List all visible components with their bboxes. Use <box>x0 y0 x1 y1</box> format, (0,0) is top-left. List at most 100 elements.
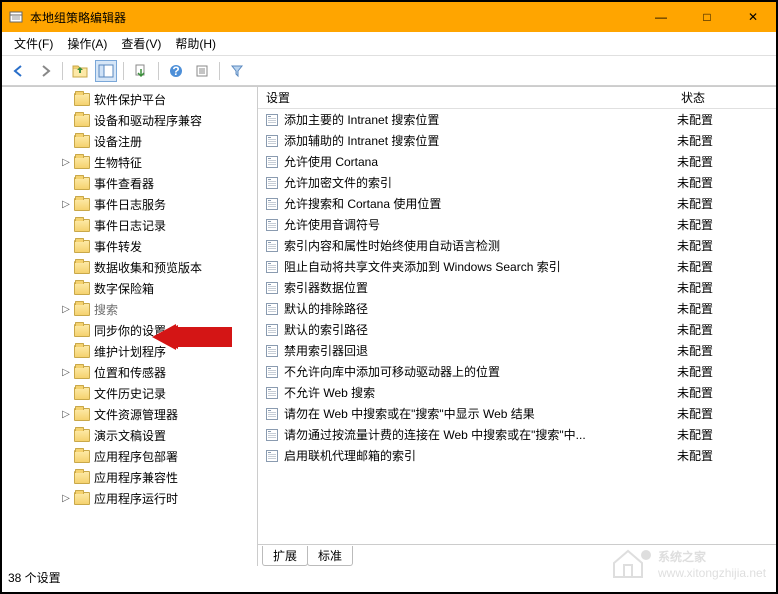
setting-status: 未配置 <box>677 363 737 380</box>
setting-name: 不允许向库中添加可移动驱动器上的位置 <box>284 363 677 380</box>
tree-item-label: 设备注册 <box>94 133 142 150</box>
minimize-button[interactable]: — <box>638 2 684 32</box>
setting-status: 未配置 <box>677 384 737 401</box>
tree-item[interactable]: ▷ 生物特征 <box>2 152 257 173</box>
list-row[interactable]: 禁用索引器回退未配置 <box>258 340 776 361</box>
back-button[interactable] <box>8 60 30 82</box>
maximize-button[interactable]: □ <box>684 2 730 32</box>
tree-item[interactable]: 应用程序包部署 <box>2 446 257 467</box>
tree-item[interactable]: ▷搜索 <box>2 299 257 320</box>
titlebar: 本地组策略编辑器 — □ ✕ <box>2 2 776 32</box>
forward-button[interactable] <box>34 60 56 82</box>
expander-collapsed-icon[interactable]: ▷ <box>60 367 72 378</box>
setting-name: 索引器数据位置 <box>284 279 677 296</box>
folder-icon <box>74 429 90 442</box>
menu-view[interactable]: 查看(V) <box>115 33 167 54</box>
tree-item-label: 文件历史记录 <box>94 385 166 402</box>
tab-standard[interactable]: 标准 <box>307 546 353 566</box>
tree-item[interactable]: 设备注册 <box>2 131 257 152</box>
list-row[interactable]: 默认的排除路径未配置 <box>258 298 776 319</box>
filter-button[interactable] <box>226 60 248 82</box>
toolbar: ? <box>2 56 776 86</box>
list-row[interactable]: 默认的索引路径未配置 <box>258 319 776 340</box>
expander-collapsed-icon[interactable]: ▷ <box>60 157 72 168</box>
tree-item-label: 维护计划程序 <box>94 343 166 360</box>
setting-status: 未配置 <box>677 111 737 128</box>
policy-setting-icon <box>264 343 280 359</box>
up-folder-button[interactable] <box>69 60 91 82</box>
list-row[interactable]: 不允许 Web 搜索未配置 <box>258 382 776 403</box>
setting-status: 未配置 <box>677 132 737 149</box>
folder-icon <box>74 387 90 400</box>
tree-item[interactable]: ▷ 事件日志服务 <box>2 194 257 215</box>
menu-action[interactable]: 操作(A) <box>61 33 113 54</box>
tree-item[interactable]: 事件查看器 <box>2 173 257 194</box>
tree-item-label: 数字保险箱 <box>94 280 154 297</box>
help-button[interactable]: ? <box>165 60 187 82</box>
close-button[interactable]: ✕ <box>730 2 776 32</box>
tree-item[interactable]: 数据收集和预览版本 <box>2 257 257 278</box>
list-row[interactable]: 允许加密文件的索引未配置 <box>258 172 776 193</box>
tree-item[interactable]: 维护计划程序 <box>2 341 257 362</box>
tree-item[interactable]: 软件保护平台 <box>2 89 257 110</box>
list-row[interactable]: 阻止自动将共享文件夹添加到 Windows Search 索引未配置 <box>258 256 776 277</box>
tab-extended[interactable]: 扩展 <box>262 546 308 566</box>
tree-item[interactable]: 文件历史记录 <box>2 383 257 404</box>
list-row[interactable]: 允许使用 Cortana未配置 <box>258 151 776 172</box>
setting-name: 阻止自动将共享文件夹添加到 Windows Search 索引 <box>284 258 677 275</box>
folder-icon <box>74 471 90 484</box>
tabs-strip: 扩展 标准 <box>258 544 776 566</box>
policy-setting-icon <box>264 364 280 380</box>
properties-button[interactable] <box>191 60 213 82</box>
setting-name: 请勿通过按流量计费的连接在 Web 中搜索或在"搜索"中... <box>284 426 677 443</box>
show-tree-button[interactable] <box>95 60 117 82</box>
expander-collapsed-icon[interactable]: ▷ <box>60 493 72 504</box>
tree-item-label: 生物特征 <box>94 154 142 171</box>
list-row[interactable]: 不允许向库中添加可移动驱动器上的位置未配置 <box>258 361 776 382</box>
list-row[interactable]: 允许搜索和 Cortana 使用位置未配置 <box>258 193 776 214</box>
app-icon <box>8 9 24 25</box>
tree-item[interactable]: ▷文件资源管理器 <box>2 404 257 425</box>
tree-item[interactable]: ▷ 位置和传感器 <box>2 362 257 383</box>
folder-icon <box>74 177 90 190</box>
tree-item-label: 事件日志服务 <box>94 196 166 213</box>
setting-status: 未配置 <box>677 195 737 212</box>
export-list-button[interactable] <box>130 60 152 82</box>
policy-setting-icon <box>264 385 280 401</box>
folder-icon <box>74 93 90 106</box>
column-header-setting[interactable]: 设置 <box>258 89 673 106</box>
menu-file[interactable]: 文件(F) <box>8 33 59 54</box>
expander-collapsed-icon[interactable]: ▷ <box>60 199 72 210</box>
setting-status: 未配置 <box>677 279 737 296</box>
expander-collapsed-icon[interactable]: ▷ <box>60 409 72 420</box>
tree-scroll[interactable]: 软件保护平台设备和驱动程序兼容设备注册 ▷ 生物特征事件查看器 ▷ 事件日志服务事件日志… <box>2 87 257 566</box>
setting-name: 禁用索引器回退 <box>284 342 677 359</box>
tree-item[interactable]: 同步你的设置 <box>2 320 257 341</box>
setting-name: 索引内容和属性时始终使用自动语言检测 <box>284 237 677 254</box>
tree-item[interactable]: 事件转发 <box>2 236 257 257</box>
expander-collapsed-icon[interactable]: ▷ <box>60 304 72 315</box>
tree-item[interactable]: 应用程序兼容性 <box>2 467 257 488</box>
tree-item-label: 位置和传感器 <box>94 364 166 381</box>
list-row[interactable]: 请勿通过按流量计费的连接在 Web 中搜索或在"搜索"中...未配置 <box>258 424 776 445</box>
folder-icon <box>74 450 90 463</box>
tree-item[interactable]: 设备和驱动程序兼容 <box>2 110 257 131</box>
tree-item[interactable]: 演示文稿设置 <box>2 425 257 446</box>
list-row[interactable]: 索引内容和属性时始终使用自动语言检测未配置 <box>258 235 776 256</box>
list-row[interactable]: 添加辅助的 Intranet 搜索位置未配置 <box>258 130 776 151</box>
column-header-status[interactable]: 状态 <box>673 89 733 106</box>
tree-item[interactable]: 事件日志记录 <box>2 215 257 236</box>
list-body[interactable]: 添加主要的 Intranet 搜索位置未配置添加辅助的 Intranet 搜索位… <box>258 109 776 544</box>
list-row[interactable]: 允许使用音调符号未配置 <box>258 214 776 235</box>
list-row[interactable]: 索引器数据位置未配置 <box>258 277 776 298</box>
svg-text:?: ? <box>172 64 179 78</box>
list-row[interactable]: 添加主要的 Intranet 搜索位置未配置 <box>258 109 776 130</box>
folder-icon <box>74 135 90 148</box>
menu-help[interactable]: 帮助(H) <box>169 33 222 54</box>
tree-item[interactable]: 数字保险箱 <box>2 278 257 299</box>
list-row[interactable]: 请勿在 Web 中搜索或在"搜索"中显示 Web 结果未配置 <box>258 403 776 424</box>
list-row[interactable]: 启用联机代理邮箱的索引未配置 <box>258 445 776 466</box>
policy-setting-icon <box>264 301 280 317</box>
tree-item[interactable]: ▷应用程序运行时 <box>2 488 257 509</box>
tree-item-label: 事件查看器 <box>94 175 154 192</box>
